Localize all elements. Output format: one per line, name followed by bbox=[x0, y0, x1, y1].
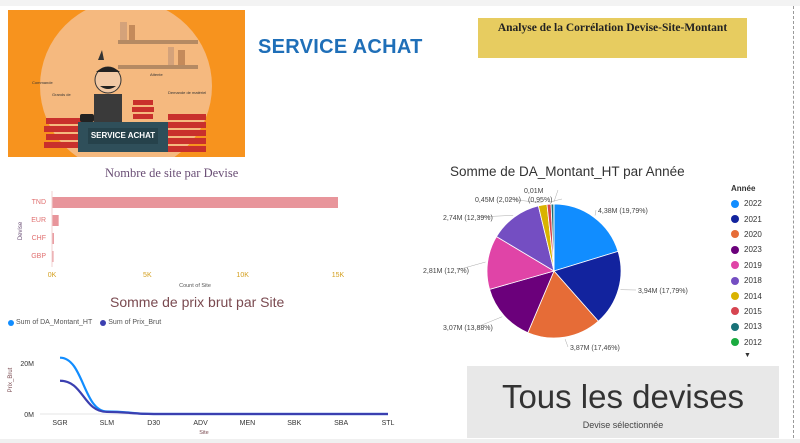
bar-category-label: TND bbox=[32, 199, 46, 206]
line-chart-title: Somme de prix brut par Site bbox=[110, 294, 285, 310]
legend-item-prix-brut[interactable]: Sum of Prix_Brut bbox=[100, 319, 161, 326]
bar-chart[interactable]: TND EUR CHF GBP 0K 5K 10K 15K Count of Site Devis… bbox=[8, 185, 368, 291]
line-x-axis-label: Site bbox=[199, 430, 208, 436]
bar-x-axis-label: Count of Site bbox=[179, 283, 211, 289]
bar-tick-label: 0K bbox=[48, 272, 57, 279]
legend-marker bbox=[731, 322, 739, 331]
legend-item-2018[interactable]: 2018 bbox=[731, 273, 762, 288]
bar-tick-label: 10K bbox=[236, 272, 249, 279]
legend-label-prix-brut: Sum of Prix_Brut bbox=[108, 319, 162, 326]
bar-category-label: CHF bbox=[32, 235, 46, 242]
devise-slicer-card[interactable]: Tous les devises Devise sélectionnée bbox=[467, 366, 779, 438]
svg-text:Grands de: Grands de bbox=[52, 92, 71, 97]
line-chart-legend: Sum of DA_Montant_HT Sum of Prix_Brut bbox=[8, 319, 169, 326]
bar-eur bbox=[52, 215, 59, 226]
line-x-tick-label: SLM bbox=[100, 420, 115, 427]
legend-marker bbox=[731, 276, 739, 285]
legend-item-2013[interactable]: 2013 bbox=[731, 319, 762, 334]
line-y-tick-label: 0M bbox=[24, 412, 34, 419]
line-x-tick-label: SBK bbox=[287, 420, 301, 427]
legend-marker bbox=[731, 230, 739, 239]
legend-label: 2020 bbox=[744, 229, 762, 239]
banner-desk-label: SERVICE ACHAT bbox=[90, 131, 156, 140]
line-x-tick-label: SGR bbox=[52, 420, 67, 427]
pie-data-label: 2,81M (12,7%) bbox=[423, 268, 469, 275]
legend-marker bbox=[731, 338, 739, 347]
pie-data-label: 3,07M (13,88%) bbox=[443, 325, 493, 332]
legend-item-2012[interactable]: 2012 bbox=[731, 335, 762, 350]
pie-legend-title: Année bbox=[731, 184, 756, 193]
legend-label: 2019 bbox=[744, 260, 762, 270]
bar-category-label: EUR bbox=[31, 217, 46, 224]
pie-data-label: 2,74M (12,39%) bbox=[443, 215, 493, 222]
legend-scroll-down-icon[interactable]: ▼ bbox=[744, 352, 751, 359]
analysis-title-box: Analyse de la Corrélation Devise-Site-Mo… bbox=[478, 18, 747, 58]
pie-data-label: 3,94M (17,79%) bbox=[638, 288, 688, 295]
line-series-prix-brut bbox=[59, 379, 388, 416]
devise-slicer-label: Devise sélectionnée bbox=[582, 420, 664, 430]
legend-item-2014[interactable]: 2014 bbox=[731, 288, 762, 303]
pie-chart-title: Somme de DA_Montant_HT par Année bbox=[450, 164, 685, 179]
legend-item-2019[interactable]: 2019 bbox=[731, 258, 762, 273]
legend-label: 2023 bbox=[744, 245, 762, 255]
pie-data-label: 3,87M (17,46%) bbox=[570, 345, 620, 352]
legend-marker bbox=[731, 261, 739, 270]
page-title: SERVICE ACHAT bbox=[258, 36, 423, 58]
legend-item-2023[interactable]: 2023 bbox=[731, 242, 762, 257]
line-y-tick-label: 20M bbox=[20, 361, 34, 368]
line-x-tick-label: D30 bbox=[147, 420, 160, 427]
pie-data-label: (0,95%) bbox=[528, 197, 553, 204]
bar-chart-title: Nombre de site par Devise bbox=[105, 166, 239, 180]
pie-leader-line bbox=[594, 209, 597, 216]
legend-label: 2015 bbox=[744, 306, 762, 316]
analysis-title: Analyse de la Corrélation Devise-Site-Mo… bbox=[497, 22, 728, 34]
line-series-montant bbox=[59, 356, 388, 416]
legend-marker bbox=[731, 307, 739, 316]
bar-category-label: GBP bbox=[31, 253, 46, 260]
line-chart[interactable]: 20M 0M SGR SLM D30 ADV MEN SBK SBA STL Site Prix_Br… bbox=[4, 340, 404, 440]
legend-item-2015[interactable]: 2015 bbox=[731, 304, 762, 319]
svg-text:Demande de matériel: Demande de matériel bbox=[168, 90, 206, 95]
bar-tick-label: 15K bbox=[332, 272, 345, 279]
pie-data-label: 4,38M (19,79%) bbox=[598, 208, 648, 215]
pie-leader-line bbox=[564, 339, 569, 348]
page-top-strip bbox=[0, 0, 800, 6]
legend-marker bbox=[731, 245, 739, 254]
pie-data-label: 0,45M (2,02%) bbox=[475, 197, 521, 204]
line-x-tick-label: ADV bbox=[193, 420, 208, 427]
legend-marker bbox=[731, 215, 739, 224]
legend-item-2022[interactable]: 2022 bbox=[731, 196, 762, 211]
legend-item-2021[interactable]: 2021 bbox=[731, 211, 762, 226]
legend-marker bbox=[731, 292, 739, 301]
legend-label: 2013 bbox=[744, 322, 762, 332]
pie-chart[interactable]: 4,38M (19,79%) 3,94M (17,79%) 3,87M (17,46… bbox=[410, 180, 730, 360]
legend-label: 2018 bbox=[744, 276, 762, 286]
pie-data-label: 0,01M bbox=[524, 188, 544, 195]
legend-marker bbox=[731, 199, 739, 208]
line-x-tick-label: MEN bbox=[240, 420, 256, 427]
legend-label: 2022 bbox=[744, 199, 762, 209]
line-x-tick-label: SBA bbox=[334, 420, 348, 427]
line-x-tick-label: STL bbox=[382, 420, 395, 427]
bar-y-axis-label: Devise bbox=[18, 221, 24, 240]
legend-label: 2021 bbox=[744, 214, 762, 224]
line-y-axis-label: Prix_Brut bbox=[8, 367, 14, 392]
bar-tnd bbox=[52, 197, 338, 208]
bar-tick-label: 5K bbox=[143, 272, 152, 279]
legend-label: 2012 bbox=[744, 337, 762, 347]
legend-item-montant[interactable]: Sum of DA_Montant_HT bbox=[8, 319, 92, 326]
pie-legend: 2022 2021 2020 2023 2019 2018 2014 2015 2013 2012 bbox=[731, 196, 762, 350]
legend-item-2020[interactable]: 2020 bbox=[731, 227, 762, 242]
legend-marker-prix-brut bbox=[100, 319, 107, 326]
service-achat-illustration: Commande Grands de Attente Demande de ma… bbox=[8, 10, 245, 157]
svg-text:Attente: Attente bbox=[150, 72, 163, 77]
page-right-border bbox=[793, 6, 794, 443]
svg-text:Commande: Commande bbox=[32, 80, 53, 85]
legend-label: 2014 bbox=[744, 291, 762, 301]
legend-marker-montant bbox=[8, 319, 14, 326]
legend-label-montant: Sum of DA_Montant_HT bbox=[16, 319, 93, 326]
devise-slicer-value: Tous les devises bbox=[501, 378, 745, 415]
